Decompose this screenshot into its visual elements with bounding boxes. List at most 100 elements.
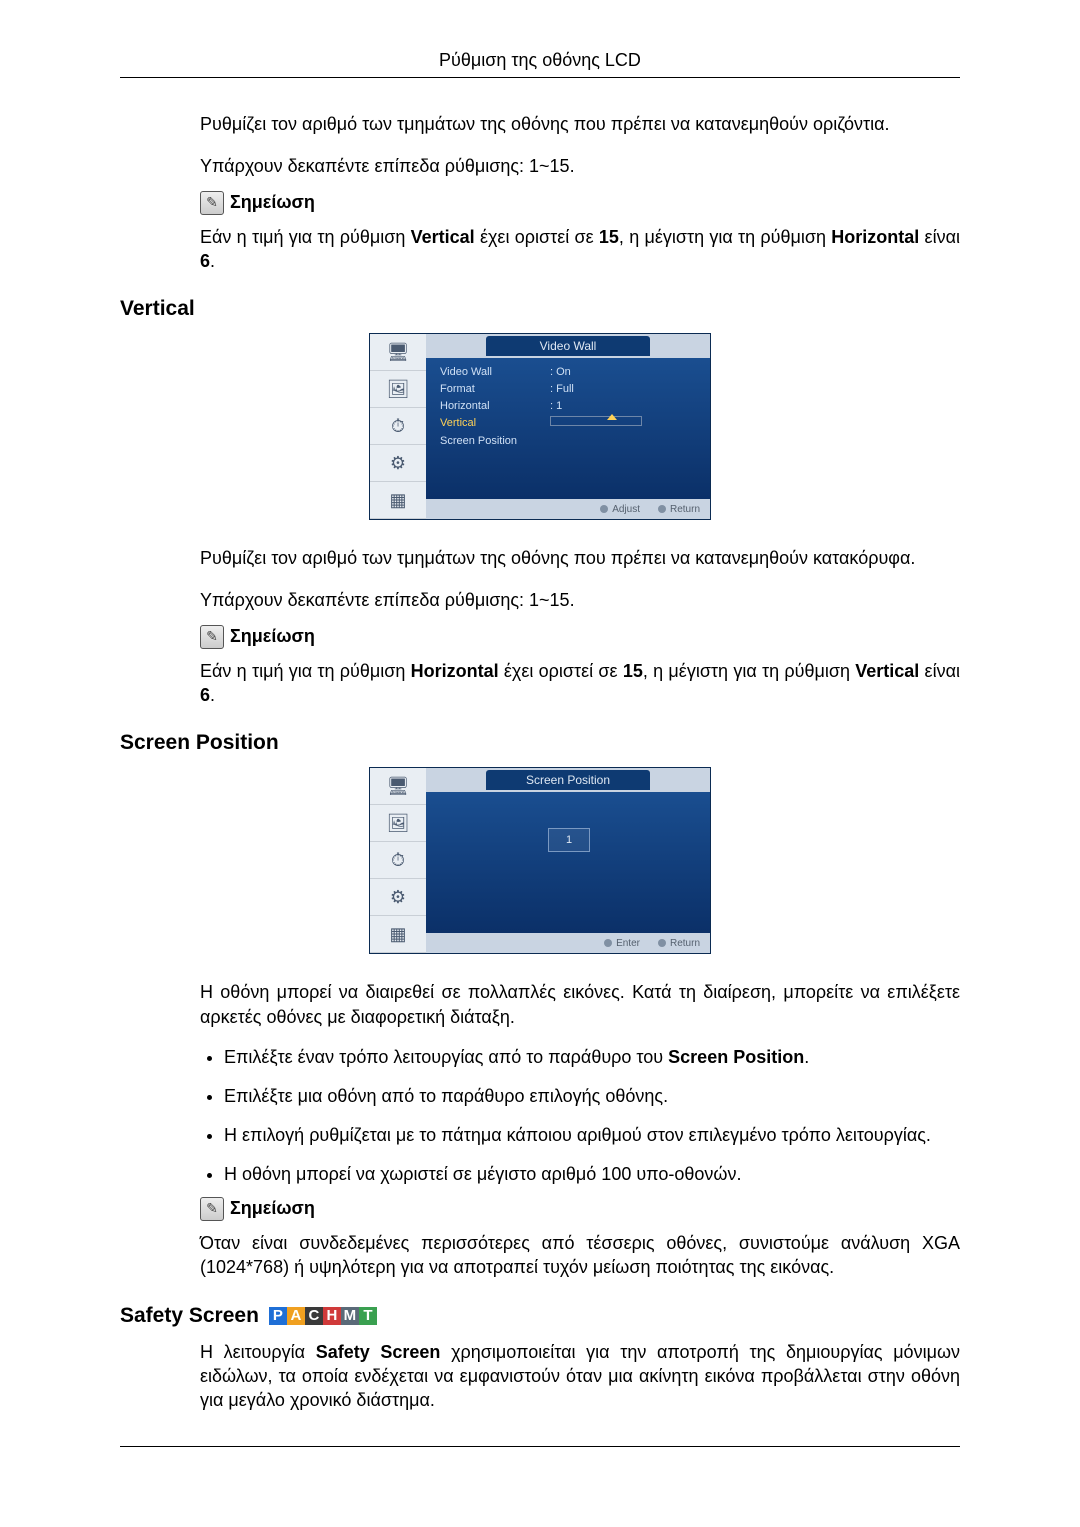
t: , η μέγιστη για τη ρύθμιση — [619, 227, 831, 247]
chip-c: C — [305, 1307, 323, 1325]
osd-icon-settings: ⚙ — [370, 879, 426, 916]
osd-screen-position: 🖥 🖼 ⏱ ⚙ ▦ Screen Position 1 Enter Return — [120, 767, 960, 954]
safety-text-block: Η λειτουργία Safety Screen χρησιμοποιείτ… — [200, 1340, 960, 1413]
t: Vertical — [411, 227, 475, 247]
osd-video-wall: 🖥 🖼 ⏱ ⚙ ▦ Video Wall Video Wall: On Form… — [120, 333, 960, 520]
t: , η μέγιστη για τη ρύθμιση — [643, 661, 855, 681]
t: είναι — [919, 227, 960, 247]
note-text: Όταν είναι συνδεδεμένες περισσότερες από… — [200, 1231, 960, 1280]
osd-body: Video Wall: On Format: Full Horizontal: … — [426, 358, 710, 499]
list-item: Η οθόνη μπορεί να χωριστεί σε μέγιστο αρ… — [224, 1164, 960, 1185]
osd-icon-multi: ▦ — [370, 916, 426, 953]
osd-icon-picture: 🖼 — [370, 371, 426, 408]
heading-vertical: Vertical — [120, 297, 960, 321]
osd-key: Horizontal — [440, 400, 550, 412]
t: Η λειτουργία — [200, 1342, 316, 1362]
t: Safety Screen — [316, 1342, 441, 1362]
body-text: Ρυθμίζει τον αριθμό των τμημάτων της οθό… — [200, 546, 960, 570]
osd-body: 1 — [426, 792, 710, 933]
screen-position-text-block: Η οθόνη μπορεί να διαιρεθεί σε πολλαπλές… — [200, 980, 960, 1279]
osd-footer-return: Return — [658, 504, 700, 515]
t: . — [804, 1047, 809, 1067]
t: Εάν η τιμή για τη ρύθμιση — [200, 661, 411, 681]
list-item: Επιλέξτε έναν τρόπο λειτουργίας από το π… — [224, 1047, 960, 1068]
osd-icon-picture: 🖼 — [370, 805, 426, 842]
osd-title: Video Wall — [486, 336, 650, 356]
osd-sidebar: 🖥 🖼 ⏱ ⚙ ▦ — [370, 768, 426, 953]
osd-key: Video Wall — [440, 366, 550, 378]
t: Horizontal — [411, 661, 499, 681]
t: . — [210, 685, 215, 705]
t: έχει οριστεί σε — [499, 661, 623, 681]
divider-bottom — [120, 1446, 960, 1447]
t: 15 — [599, 227, 619, 247]
t: Vertical — [855, 661, 919, 681]
chip-p: P — [269, 1307, 287, 1325]
intro-block: Ρυθμίζει τον αριθμό των τμημάτων της οθό… — [200, 112, 960, 273]
note-label: Σημείωση — [230, 1198, 315, 1219]
osd-title: Screen Position — [486, 770, 650, 790]
osd-icon-input: 🖥 — [370, 768, 426, 805]
list-item: Επιλέξτε μια οθόνη από το παράθυρο επιλο… — [224, 1086, 960, 1107]
osd-title-bar: Screen Position — [426, 768, 710, 792]
osd-key-selected: Vertical — [440, 417, 550, 430]
t: 15 — [623, 661, 643, 681]
osd-val: : On — [550, 366, 698, 378]
osd-icon-input: 🖥 — [370, 334, 426, 371]
chip-m: M — [341, 1307, 359, 1325]
note-row: ✎ Σημείωση — [200, 191, 960, 215]
bullet-list: Επιλέξτε έναν τρόπο λειτουργίας από το π… — [200, 1047, 960, 1185]
divider-top — [120, 77, 960, 78]
osd-grid-cell: 1 — [548, 828, 590, 852]
osd-footer-enter: Enter — [604, 938, 640, 949]
t: έχει οριστεί σε — [475, 227, 599, 247]
osd-footer-adjust: Adjust — [600, 504, 640, 515]
t: 6 — [200, 251, 210, 271]
osd-icon-timer: ⏱ — [370, 408, 426, 445]
note-icon: ✎ — [200, 1197, 224, 1221]
t: Screen Position — [668, 1047, 804, 1067]
page: Ρύθμιση της οθόνης LCD Ρυθμίζει τον αριθ… — [0, 0, 1080, 1507]
osd-footer: Enter Return — [426, 933, 710, 953]
heading-text: Safety Screen — [120, 1304, 259, 1328]
heading-screen-position: Screen Position — [120, 731, 960, 755]
osd-key: Screen Position — [440, 435, 550, 447]
chip-t: T — [359, 1307, 377, 1325]
note-icon: ✎ — [200, 625, 224, 649]
note-label: Σημείωση — [230, 192, 315, 213]
note-text: Εάν η τιμή για τη ρύθμιση Horizontal έχε… — [200, 659, 960, 708]
t: Επιλέξτε έναν τρόπο λειτουργίας από το π… — [224, 1047, 668, 1067]
osd-val: : 1 — [550, 400, 698, 412]
osd-key: Format — [440, 383, 550, 395]
running-header: Ρύθμιση της οθόνης LCD — [120, 50, 960, 71]
osd-panel: 🖥 🖼 ⏱ ⚙ ▦ Video Wall Video Wall: On Form… — [369, 333, 711, 520]
list-item: Η επιλογή ρυθμίζεται με το πάτημα κάποιο… — [224, 1125, 960, 1146]
osd-footer: Adjust Return — [426, 499, 710, 519]
body-text: Η οθόνη μπορεί να διαιρεθεί σε πολλαπλές… — [200, 980, 960, 1029]
t: Εάν η τιμή για τη ρύθμιση — [200, 227, 411, 247]
osd-footer-return: Return — [658, 938, 700, 949]
vertical-text-block: Ρυθμίζει τον αριθμό των τμημάτων της οθό… — [200, 546, 960, 707]
chip-a: A — [287, 1307, 305, 1325]
osd-icon-timer: ⏱ — [370, 842, 426, 879]
t: 6 — [200, 685, 210, 705]
body-text: Ρυθμίζει τον αριθμό των τμημάτων της οθό… — [200, 112, 960, 136]
note-label: Σημείωση — [230, 626, 315, 647]
t: είναι — [919, 661, 960, 681]
osd-sidebar: 🖥 🖼 ⏱ ⚙ ▦ — [370, 334, 426, 519]
note-icon: ✎ — [200, 191, 224, 215]
osd-icon-multi: ▦ — [370, 482, 426, 519]
osd-slider — [550, 417, 698, 430]
heading-safety-screen: Safety Screen P A C H M T — [120, 1304, 960, 1328]
mode-chips: P A C H M T — [269, 1307, 377, 1325]
osd-panel: 🖥 🖼 ⏱ ⚙ ▦ Screen Position 1 Enter Return — [369, 767, 711, 954]
body-text: Υπάρχουν δεκαπέντε επίπεδα ρύθμισης: 1~1… — [200, 588, 960, 612]
chip-h: H — [323, 1307, 341, 1325]
osd-icon-settings: ⚙ — [370, 445, 426, 482]
t: . — [210, 251, 215, 271]
note-row: ✎ Σημείωση — [200, 625, 960, 649]
t: Horizontal — [831, 227, 919, 247]
note-text: Εάν η τιμή για τη ρύθμιση Vertical έχει … — [200, 225, 960, 274]
osd-val: : Full — [550, 383, 698, 395]
body-text: Υπάρχουν δεκαπέντε επίπεδα ρύθμισης: 1~1… — [200, 154, 960, 178]
